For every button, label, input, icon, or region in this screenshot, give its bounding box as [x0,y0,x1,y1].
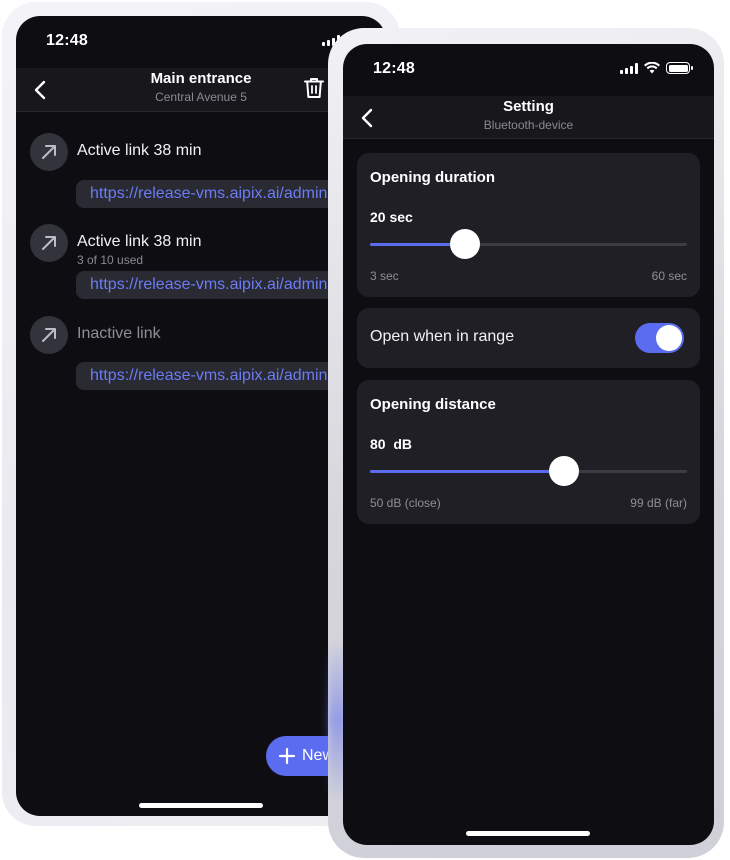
opening-duration-max: 60 sec [651,269,687,283]
battery-icon [666,62,693,74]
link-title: Inactive link [77,325,161,342]
link-url[interactable]: https://release-vms.aipix.ai/admin [76,362,356,390]
link-title: Active link 38 min [77,233,202,250]
status-bar: 12:48 [343,44,714,94]
signal-icon [620,62,638,74]
nav-header: Setting Bluetooth-device [343,96,714,139]
opening-distance-slider[interactable] [370,456,687,486]
link-usage: 3 of 10 used [77,253,144,267]
share-link-icon [30,316,68,354]
open-in-range-toggle[interactable] [635,323,684,353]
toggle-knob [656,325,682,351]
open-in-range-row[interactable]: Open when in range [357,308,700,368]
plus-icon [278,747,296,765]
wifi-icon [644,62,660,74]
share-link-icon [30,133,68,171]
opening-distance-max: 99 dB (far) [630,496,687,510]
status-time: 12:48 [46,32,88,49]
status-icons [620,62,693,74]
home-indicator[interactable] [466,831,590,836]
opening-duration-title: Opening duration [370,169,495,186]
slider-thumb[interactable] [449,229,480,259]
page-title: Setting [503,98,554,115]
opening-distance-value: 80 dB [370,436,413,452]
share-link-icon [30,224,68,262]
page-subtitle: Bluetooth-device [483,118,574,132]
link-url[interactable]: https://release-vms.aipix.ai/admin [76,180,356,208]
home-indicator[interactable] [139,803,263,808]
link-title: Active link 38 min [77,142,202,159]
trash-icon[interactable] [300,74,328,102]
opening-distance-card: Opening distance 80 dB 50 dB (close) 99 … [357,380,700,524]
opening-duration-card: Opening duration 20 sec 3 sec 60 sec [357,153,700,297]
opening-duration-value: 20 sec [370,209,413,225]
opening-distance-min: 50 dB (close) [370,496,441,510]
front-phone-screen: 12:48 Setting Bluetooth-device Opening d… [343,44,714,845]
link-url[interactable]: https://release-vms.aipix.ai/admin [76,271,356,299]
opening-duration-slider[interactable] [370,229,687,259]
open-in-range-label: Open when in range [370,328,515,345]
opening-distance-title: Opening distance [370,396,496,413]
opening-duration-min: 3 sec [370,269,399,283]
slider-thumb[interactable] [549,456,580,486]
status-time: 12:48 [373,60,415,77]
slider-fill [370,470,565,473]
